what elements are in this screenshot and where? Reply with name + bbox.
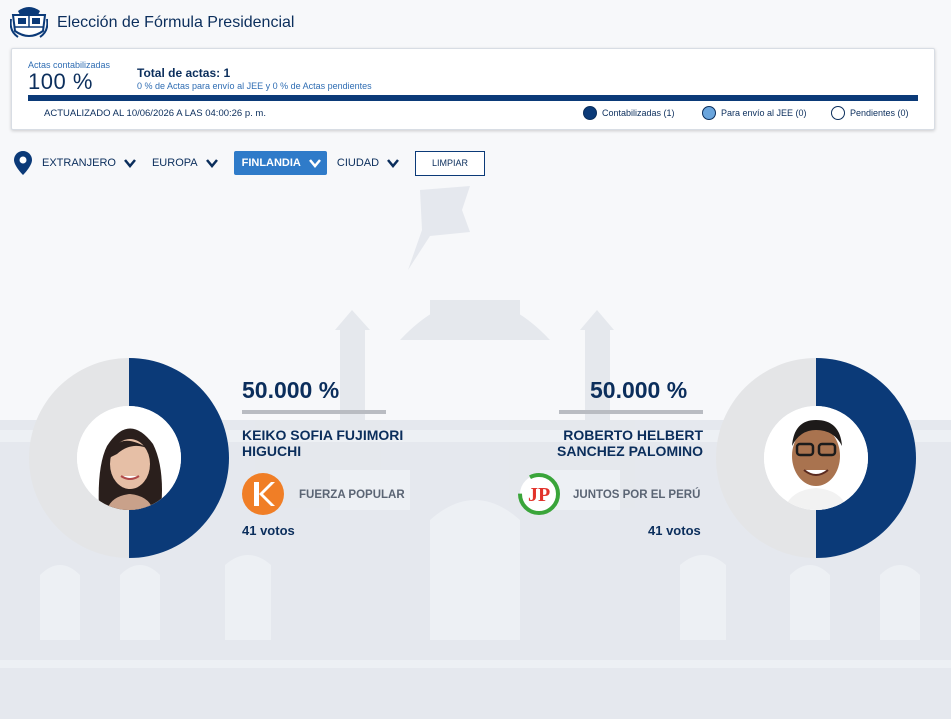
chevron-down-icon (387, 159, 400, 168)
map-pin-icon (14, 151, 32, 175)
total-actas-label: Total de actas: 1 (137, 66, 231, 80)
divider (242, 410, 386, 414)
progress-bar (28, 95, 918, 101)
actas-percent: 100 % (28, 69, 93, 94)
updated-timestamp: ACTUALIZADO AL 10/06/2026 A LAS 04:00:26… (44, 108, 266, 119)
actas-sub-label: 0 % de Actas para envío al JEE y 0 % de … (137, 81, 372, 91)
clear-filters-button[interactable]: LIMPIAR (415, 150, 486, 176)
filter-ciudad[interactable]: CIUDAD (337, 151, 405, 175)
chevron-down-icon (205, 159, 218, 168)
party-name: JUNTOS POR EL PERÚ (573, 489, 701, 501)
candidate-percent: 50.000 % (242, 377, 340, 403)
candidate-photo (77, 406, 181, 510)
filter-finlandia[interactable]: FINLANDIA (233, 151, 327, 175)
filter-bar: EXTRANJERO EUROPA FINLANDIA CIUDAD LIMPI… (14, 150, 486, 176)
juntos-por-el-peru-logo-icon: JP (518, 473, 560, 515)
filter-label: EUROPA (151, 157, 198, 169)
candidate-votes: 41 votos (648, 523, 701, 538)
candidate-name-line2: HIGUCHI (242, 443, 302, 459)
candidate-percent: 50.000 % (590, 377, 688, 403)
candidate-name-line1: ROBERTO HELBERT (563, 427, 703, 443)
filter-label: EXTRANJERO (42, 157, 116, 169)
legend-label: Para envío al JEE (0) (721, 108, 807, 118)
party-name: FUERZA POPULAR (299, 489, 405, 501)
filter-europa[interactable]: EUROPA (152, 151, 224, 175)
candidate-name: KEIKO SOFIA FUJIMORI HIGUCHI (242, 427, 403, 459)
progress-bar-fill (28, 95, 918, 101)
legend-label: Pendientes (0) (850, 108, 909, 118)
filter-label: FINLANDIA (241, 157, 301, 169)
legend-item-contabilizadas: Contabilizadas (1) (583, 106, 675, 120)
legend-label: Contabilizadas (1) (602, 108, 675, 118)
legend-dot-icon (831, 106, 845, 120)
svg-text:JP: JP (528, 484, 550, 506)
legend-dot-icon (702, 106, 716, 120)
candidate-votes: 41 votos (242, 523, 295, 538)
candidate-name-line1: KEIKO SOFIA FUJIMORI (242, 427, 404, 443)
peru-coat-of-arms-icon (10, 7, 48, 38)
legend-dot-icon (583, 106, 597, 120)
progress-card: Actas contabilizadas 100 % Total de acta… (11, 48, 935, 130)
chevron-down-icon (308, 159, 321, 168)
candidate-photo (764, 406, 868, 510)
divider (559, 410, 703, 414)
chevron-down-icon (124, 159, 136, 168)
legend-item-jee: Para envío al JEE (0) (702, 106, 807, 120)
page-title: Elección de Fórmula Presidencial (57, 14, 295, 31)
page-header: Elección de Fórmula Presidencial (0, 0, 951, 46)
filter-label: CIUDAD (336, 157, 380, 169)
candidate-name-line2: SANCHEZ PALOMINO (557, 443, 703, 459)
fuerza-popular-logo-icon (242, 473, 284, 515)
legend-item-pendientes: Pendientes (0) (831, 106, 909, 120)
filter-extranjero[interactable]: EXTRANJERO (42, 151, 142, 175)
candidate-name: ROBERTO HELBERT SANCHEZ PALOMINO (503, 427, 703, 459)
